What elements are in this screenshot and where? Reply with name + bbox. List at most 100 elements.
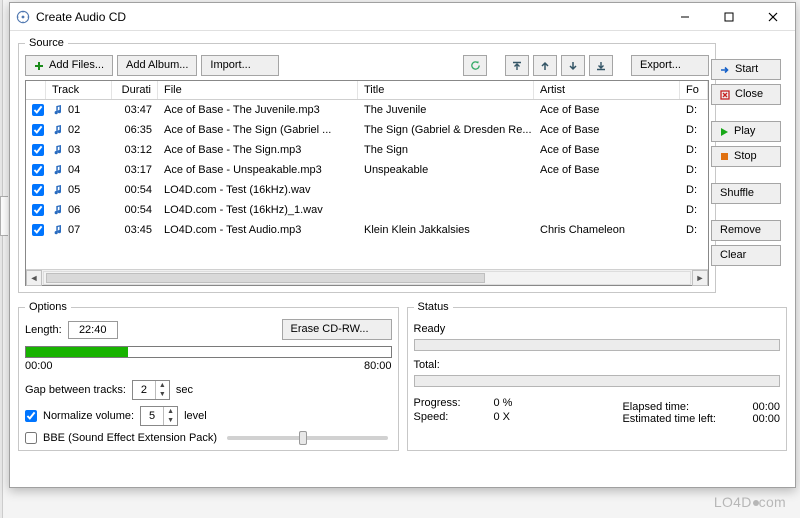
row-file: LO4D.com - Test (16kHz).wav: [158, 184, 358, 196]
table-row[interactable]: 0103:47Ace of Base - The Juvenile.mp3The…: [26, 100, 708, 120]
move-up-button[interactable]: [533, 55, 557, 76]
col-artist[interactable]: Artist: [534, 81, 680, 99]
table-row[interactable]: 0303:12Ace of Base - The Sign.mp3The Sig…: [26, 140, 708, 160]
scroll-thumb[interactable]: [46, 273, 485, 283]
row-track: 01: [68, 104, 80, 116]
status-total-bar: [414, 375, 781, 387]
normalize-checkbox[interactable]: [25, 410, 37, 422]
row-track: 05: [68, 184, 80, 196]
spin-up-icon[interactable]: ▲: [156, 381, 169, 390]
normalize-input[interactable]: [141, 407, 163, 425]
move-top-button[interactable]: [505, 55, 529, 76]
background-window-sliver: [0, 0, 3, 518]
length-label: Length:: [25, 324, 62, 336]
col-file[interactable]: File: [158, 81, 358, 99]
erase-cdrw-button[interactable]: Erase CD-RW...: [282, 319, 392, 340]
minimize-button[interactable]: [663, 3, 707, 31]
slider-thumb[interactable]: [299, 431, 307, 445]
status-current-bar: [414, 339, 781, 351]
stop-button[interactable]: Stop: [711, 146, 781, 167]
row-file: Ace of Base - The Sign.mp3: [158, 144, 358, 156]
track-table: Track Durati File Title Artist Fo 0103:4…: [25, 80, 709, 286]
table-row[interactable]: 0403:17Ace of Base - Unspeakable.mp3Unsp…: [26, 160, 708, 180]
music-note-icon: [52, 184, 64, 196]
close-window-button[interactable]: [751, 3, 795, 31]
add-album-button[interactable]: Add Album...: [117, 55, 197, 76]
music-note-icon: [52, 164, 64, 176]
row-checkbox[interactable]: [32, 124, 44, 136]
import-button[interactable]: Import...: [201, 55, 279, 76]
close-button[interactable]: Close: [711, 84, 781, 105]
table-row[interactable]: 0206:35Ace of Base - The Sign (Gabriel .…: [26, 120, 708, 140]
scroll-left-icon[interactable]: ◄: [26, 270, 42, 286]
export-button[interactable]: Export...: [631, 55, 709, 76]
eta-value: 00:00: [732, 413, 780, 425]
row-duration: 06:35: [112, 124, 158, 136]
move-down-button[interactable]: [561, 55, 585, 76]
col-title[interactable]: Title: [358, 81, 534, 99]
gap-input[interactable]: [133, 381, 155, 399]
remove-button[interactable]: Remove: [711, 220, 781, 241]
refresh-button[interactable]: [463, 55, 487, 76]
speed-label: Speed:: [414, 411, 494, 423]
bbe-checkbox[interactable]: [25, 432, 37, 444]
clear-button[interactable]: Clear: [711, 245, 781, 266]
spin-up-icon[interactable]: ▲: [164, 407, 177, 416]
move-bottom-button[interactable]: [589, 55, 613, 76]
row-checkbox[interactable]: [32, 144, 44, 156]
arrow-right-icon: [720, 65, 730, 75]
row-checkbox[interactable]: [32, 104, 44, 116]
close-icon: [720, 90, 730, 100]
row-checkbox[interactable]: [32, 164, 44, 176]
table-header[interactable]: Track Durati File Title Artist Fo: [26, 81, 708, 100]
length-progress-fill: [26, 347, 128, 357]
length-value: 22:40: [68, 321, 118, 339]
row-fo: D:: [680, 184, 708, 196]
row-artist: Chris Chameleon: [534, 224, 680, 236]
row-title: The Juvenile: [358, 104, 534, 116]
options-group: Options Length: 22:40 Erase CD-RW... 00:…: [18, 301, 399, 451]
col-duration[interactable]: Durati: [112, 81, 158, 99]
row-checkbox[interactable]: [32, 184, 44, 196]
col-fo[interactable]: Fo: [680, 81, 708, 99]
speed-value: 0 X: [494, 411, 511, 423]
move-up-icon: [540, 61, 550, 71]
status-total-label: Total:: [414, 359, 781, 371]
row-artist: Ace of Base: [534, 144, 680, 156]
gap-unit: sec: [176, 384, 193, 396]
row-file: LO4D.com - Test (16kHz)_1.wav: [158, 204, 358, 216]
table-row[interactable]: 0500:54LO4D.com - Test (16kHz).wavD:: [26, 180, 708, 200]
source-group: Source Add Files... Add Album... Import.…: [18, 37, 716, 293]
row-checkbox[interactable]: [32, 204, 44, 216]
row-duration: 03:12: [112, 144, 158, 156]
row-checkbox[interactable]: [32, 224, 44, 236]
table-h-scrollbar[interactable]: ◄ ►: [26, 269, 708, 285]
table-row[interactable]: 0703:45LO4D.com - Test Audio.mp3Klein Kl…: [26, 220, 708, 240]
bbe-slider[interactable]: [223, 436, 391, 440]
row-file: LO4D.com - Test Audio.mp3: [158, 224, 358, 236]
watermark: LO4Dcom: [714, 494, 786, 510]
add-files-button[interactable]: Add Files...: [25, 55, 113, 76]
play-icon: [720, 127, 729, 137]
gap-spinner[interactable]: ▲▼: [132, 380, 170, 400]
maximize-button[interactable]: [707, 3, 751, 31]
options-legend: Options: [25, 301, 71, 313]
app-icon: [16, 10, 30, 24]
scroll-right-icon[interactable]: ►: [692, 270, 708, 286]
row-duration: 03:17: [112, 164, 158, 176]
table-row[interactable]: 0600:54LO4D.com - Test (16kHz)_1.wavD:: [26, 200, 708, 220]
move-down-icon: [568, 61, 578, 71]
spin-down-icon[interactable]: ▼: [156, 390, 169, 399]
status-ready: Ready: [414, 323, 781, 335]
normalize-spinner[interactable]: ▲▼: [140, 406, 178, 426]
row-fo: D:: [680, 104, 708, 116]
col-track[interactable]: Track: [46, 81, 112, 99]
spin-down-icon[interactable]: ▼: [164, 416, 177, 425]
elapsed-value: 00:00: [732, 401, 780, 413]
titlebar[interactable]: Create Audio CD: [10, 3, 795, 31]
main-window: Create Audio CD Source Add Files...: [9, 2, 796, 488]
source-toolbar: Add Files... Add Album... Import...: [25, 55, 709, 76]
start-button[interactable]: Start: [711, 59, 781, 80]
play-button[interactable]: Play: [711, 121, 781, 142]
shuffle-button[interactable]: Shuffle: [711, 183, 781, 204]
